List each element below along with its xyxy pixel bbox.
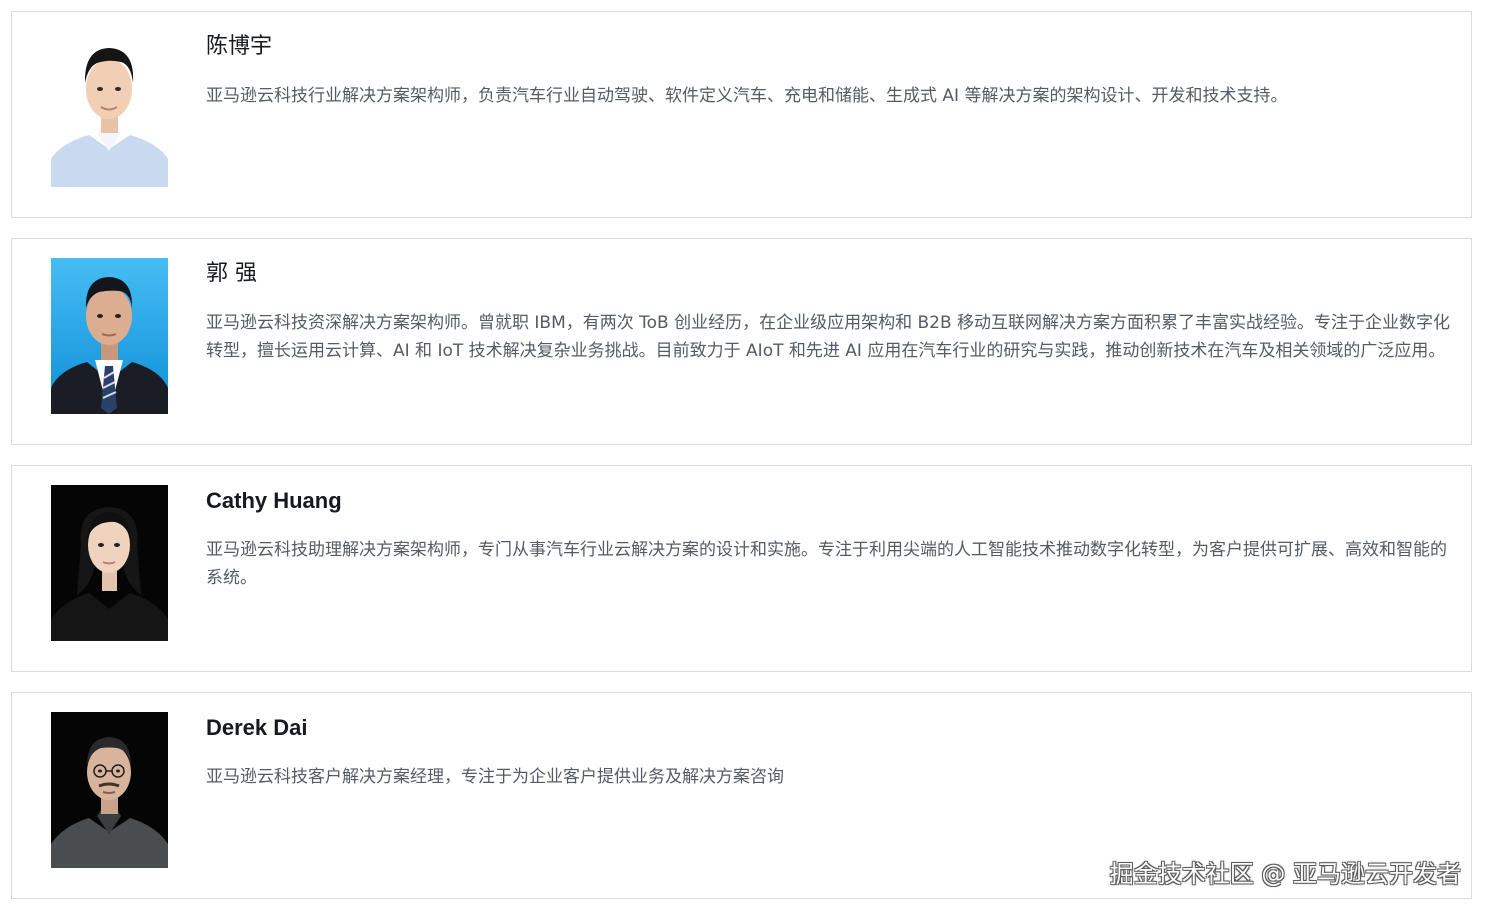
profile-photo [51, 485, 168, 641]
profile-name: 郭 强 [206, 261, 257, 286]
portrait-image [51, 712, 168, 868]
profile-name: 陈博宇 [206, 34, 273, 59]
profile-card: 陈博宇 亚马逊云科技行业解决方案架构师，负责汽车行业自动驾驶、软件定义汽车、充电… [11, 11, 1472, 218]
portrait-image [51, 485, 168, 641]
portrait-image [51, 258, 168, 414]
profile-card: 郭 强 亚马逊云科技资深解决方案架构师。曾就职 IBM，有两次 ToB 创业经历… [11, 238, 1472, 445]
profile-name: Derek Dai [206, 715, 308, 740]
profile-bio: 亚马逊云科技资深解决方案架构师。曾就职 IBM，有两次 ToB 创业经历，在企业… [206, 313, 1451, 361]
profile-photo [51, 31, 168, 187]
portrait-image [51, 31, 168, 187]
profile-name: Cathy Huang [206, 488, 342, 513]
profile-card: Cathy Huang 亚马逊云科技助理解决方案架构师，专门从事汽车行业云解决方… [11, 465, 1472, 672]
profile-photo [51, 712, 168, 868]
watermark-text: 掘金技术社区 @ 亚马逊云开发者 [1109, 860, 1461, 888]
profile-bio: 亚马逊云科技客户解决方案经理，专注于为企业客户提供业务及解决方案咨询 [206, 767, 784, 787]
profile-bio: 亚马逊云科技助理解决方案架构师，专门从事汽车行业云解决方案的设计和实施。专注于利… [206, 540, 1447, 588]
profile-bio: 亚马逊云科技行业解决方案架构师，负责汽车行业自动驾驶、软件定义汽车、充电和储能、… [206, 86, 1288, 106]
profile-photo [51, 258, 168, 414]
